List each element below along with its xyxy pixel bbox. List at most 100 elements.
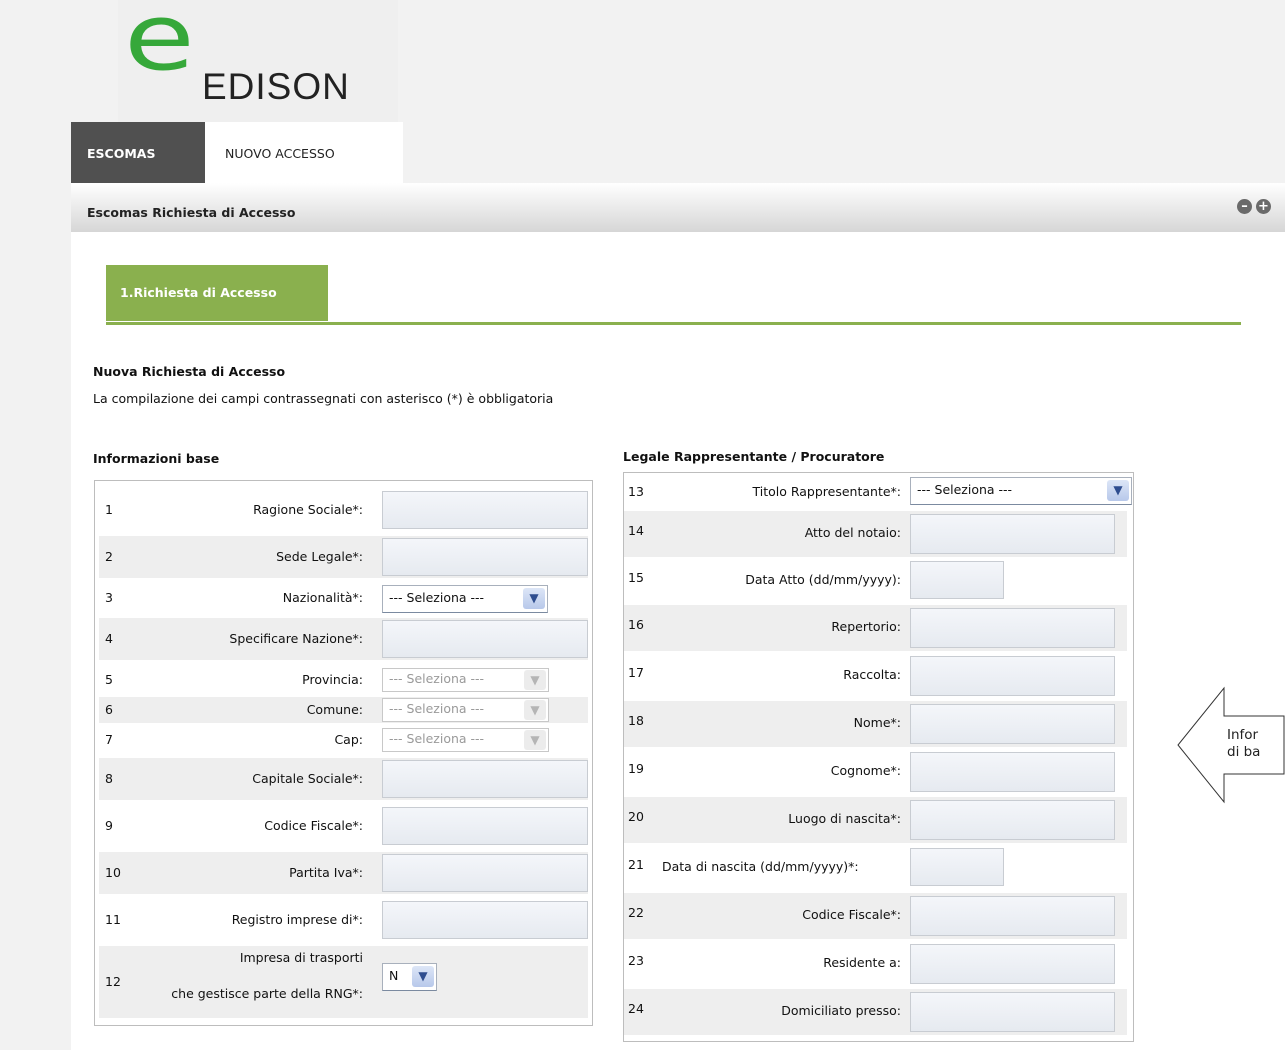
required-note: La compilazione dei campi contrassegnati…: [93, 391, 554, 406]
row-number: 4: [105, 631, 113, 646]
row-number: 11: [105, 912, 121, 927]
disabled-select: --- Seleziona --- ▼: [382, 668, 549, 692]
field-label: Impresa di trasporti: [239, 950, 363, 965]
transport-select[interactable]: N ▼: [382, 963, 437, 991]
section-title-info-base: Informazioni base: [93, 451, 220, 466]
row-number: 5: [105, 672, 113, 687]
form-row: 11 Registro imprese di*:: [99, 899, 588, 941]
row-number: 8: [105, 771, 113, 786]
nationality-select[interactable]: --- Seleziona --- ▼: [382, 585, 548, 613]
field-label: Domiciliato presso:: [781, 1003, 901, 1018]
text-input[interactable]: [382, 538, 588, 576]
field-label: Cap:: [334, 732, 363, 747]
form-row: 1 Ragione Sociale*:: [99, 489, 588, 531]
plus-circle-icon[interactable]: +: [1256, 199, 1271, 214]
row-number: 1: [105, 502, 113, 517]
form-row: 17 Raccolta:: [624, 653, 1127, 699]
callout-text: Infor di ba: [1227, 727, 1260, 761]
chevron-down-icon: ▼: [524, 700, 546, 720]
chevron-down-icon: ▼: [523, 588, 545, 609]
text-input[interactable]: [910, 608, 1115, 648]
tab-escomas[interactable]: ESCOMAS: [71, 122, 205, 183]
field-label: Titolo Rappresentante*:: [752, 484, 901, 499]
row-number: 18: [628, 713, 644, 728]
row-number: 14: [628, 523, 644, 538]
form-heading: Nuova Richiesta di Accesso: [93, 364, 286, 379]
text-input[interactable]: [382, 760, 588, 798]
text-input[interactable]: [910, 896, 1115, 936]
callout-line-1: Infor: [1227, 727, 1259, 743]
text-input[interactable]: [910, 514, 1115, 554]
text-input[interactable]: [910, 944, 1115, 984]
row-number: 10: [105, 865, 121, 880]
form-row: 24 Domiciliato presso:: [624, 989, 1127, 1035]
form-row: 19 Cognome*:: [624, 749, 1127, 795]
text-input[interactable]: [910, 704, 1115, 744]
form-row: 18 Nome*:: [624, 701, 1127, 747]
field-label: Ragione Sociale*:: [253, 502, 363, 517]
field-label: Registro imprese di*:: [231, 912, 363, 927]
form-row: 9 Codice Fiscale*:: [99, 805, 588, 847]
text-input[interactable]: [910, 800, 1115, 840]
field-label: Raccolta:: [843, 667, 901, 682]
text-input[interactable]: [382, 491, 588, 529]
form-row: 21 Data di nascita (dd/mm/yyyy)*:: [624, 845, 1127, 891]
field-label: Specificare Nazione*:: [229, 631, 363, 646]
field-label: Sede Legale*:: [276, 549, 363, 564]
form-row: 6 Comune: --- Seleziona --- ▼: [99, 697, 588, 723]
text-input[interactable]: [910, 752, 1115, 792]
row-number: 24: [628, 1001, 644, 1016]
callout-line-2: di ba: [1227, 744, 1261, 760]
step-tab-richiesta[interactable]: 1.Richiesta di Accesso: [106, 265, 328, 321]
tab-nuovo-accesso[interactable]: NUOVO ACCESSO: [205, 122, 403, 183]
text-input[interactable]: [910, 992, 1115, 1032]
form-row: 14 Atto del notaio:: [624, 511, 1127, 557]
disabled-select: --- Seleziona --- ▼: [382, 698, 549, 722]
form-row: 23 Residente a:: [624, 941, 1127, 987]
row-number: 21: [628, 857, 644, 872]
field-label: Atto del notaio:: [804, 525, 901, 540]
date-input[interactable]: [910, 561, 1004, 599]
text-input[interactable]: [382, 807, 588, 845]
select-value: --- Seleziona ---: [389, 671, 485, 686]
row-number: 13: [628, 484, 644, 499]
minus-circle-icon[interactable]: –: [1237, 199, 1252, 214]
form-row: 3 Nazionalità*: --- Seleziona --- ▼: [99, 583, 588, 613]
section-title-legale: Legale Rappresentante / Procuratore: [623, 449, 885, 464]
row-number: 2: [105, 549, 113, 564]
row-number: 12: [105, 974, 121, 989]
select-value: --- Seleziona ---: [389, 701, 485, 716]
form-row: 7 Cap: --- Seleziona --- ▼: [99, 727, 588, 753]
field-label: che gestisce parte della RNG*:: [171, 986, 363, 1001]
row-number: 9: [105, 818, 113, 833]
field-label: Comune:: [306, 702, 363, 717]
panel-title: Escomas Richiesta di Accesso: [87, 205, 296, 220]
field-label: Codice Fiscale*:: [264, 818, 363, 833]
text-input[interactable]: [910, 656, 1115, 696]
chevron-down-icon: ▼: [524, 730, 546, 750]
select-value: --- Seleziona ---: [917, 482, 1013, 497]
field-label: Repertorio:: [831, 619, 901, 634]
text-input[interactable]: [382, 901, 588, 939]
field-label: Partita Iva*:: [289, 865, 363, 880]
form-row: 4 Specificare Nazione*:: [99, 618, 588, 660]
text-input[interactable]: [382, 854, 588, 892]
row-number: 20: [628, 809, 644, 824]
step-divider: [106, 322, 1241, 325]
form-row: 20 Luogo di nascita*:: [624, 797, 1127, 843]
row-number: 6: [105, 702, 113, 717]
info-base-form: 1 Ragione Sociale*: 2 Sede Legale*: 3 Naziona…: [94, 480, 593, 1026]
row-number: 23: [628, 953, 644, 968]
date-input[interactable]: [910, 848, 1004, 886]
row-number: 19: [628, 761, 644, 776]
field-label: Cognome*:: [830, 763, 901, 778]
field-label: Data Atto (dd/mm/yyyy):: [745, 572, 901, 587]
text-input[interactable]: [382, 620, 588, 658]
chevron-down-icon: ▼: [1107, 480, 1129, 501]
logo-text: EDISON: [202, 66, 350, 107]
select-value: --- Seleziona ---: [389, 731, 485, 746]
field-label: Residente a:: [823, 955, 901, 970]
field-label: Luogo di nascita*:: [788, 811, 901, 826]
form-row: 10 Partita Iva*:: [99, 852, 588, 894]
title-select[interactable]: --- Seleziona --- ▼: [910, 477, 1132, 505]
